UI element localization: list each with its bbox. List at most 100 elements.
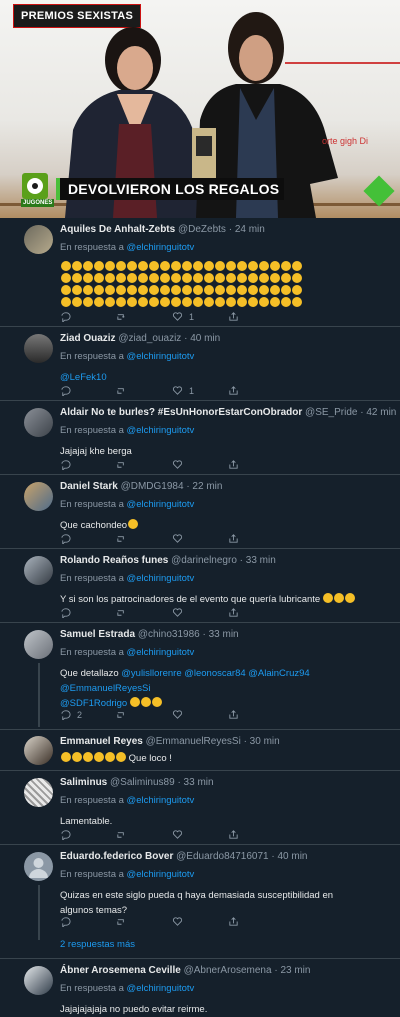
retweet-button[interactable] bbox=[116, 829, 127, 840]
author-name[interactable]: Samuel Estrada bbox=[60, 629, 135, 640]
tweet[interactable]: Rolando Reaños funes @darinelnegro · 33 … bbox=[0, 549, 400, 623]
video-frame[interactable]: PREMIOS SEXISTAS orte gigh Di JUGONES DE… bbox=[0, 0, 400, 218]
reply-to-link[interactable]: @elchiringuitotv bbox=[127, 425, 195, 436]
reply-count: 2 bbox=[77, 709, 83, 720]
timestamp[interactable]: · 40 min bbox=[184, 333, 220, 344]
reply-to-link[interactable]: @elchiringuitotv bbox=[127, 983, 195, 994]
reply-to-link[interactable]: @elchiringuitotv bbox=[127, 869, 195, 880]
author-name[interactable]: Aquiles De Anhalt-Zebts bbox=[60, 224, 175, 235]
reply-to-link[interactable]: @elchiringuitotv bbox=[127, 499, 195, 510]
mention-link[interactable]: @SDF1Rodrigo bbox=[60, 698, 127, 709]
avatar[interactable] bbox=[24, 966, 53, 995]
author-name[interactable]: Rolando Reaños funes bbox=[60, 555, 168, 566]
tweet[interactable]: Ziad Ouaziz @ziad_ouaziz · 40 min En res… bbox=[0, 327, 400, 401]
author-handle[interactable]: @Eduardo84716071 bbox=[176, 851, 268, 862]
tweet-text: Que cachondeo bbox=[60, 520, 128, 531]
retweet-button[interactable] bbox=[116, 459, 127, 470]
avatar[interactable] bbox=[24, 736, 53, 765]
timestamp[interactable]: · 30 min bbox=[244, 736, 280, 747]
share-button[interactable] bbox=[228, 709, 239, 720]
like-button[interactable] bbox=[172, 607, 183, 618]
author-handle[interactable]: @DeZebts bbox=[178, 224, 226, 235]
reply-button[interactable] bbox=[60, 385, 71, 396]
tweet[interactable]: Daniel Stark @DMDG1984 · 22 min En respu… bbox=[0, 475, 400, 549]
share-button[interactable] bbox=[228, 311, 239, 322]
author-name[interactable]: Emmanuel Reyes bbox=[60, 736, 143, 747]
share-button[interactable] bbox=[228, 385, 239, 396]
reply-button[interactable] bbox=[60, 829, 71, 840]
reply-to-link[interactable]: @elchiringuitotv bbox=[127, 573, 195, 584]
retweet-button[interactable] bbox=[116, 607, 127, 618]
tweet[interactable]: Saliminus @Saliminus89 · 33 min En respu… bbox=[0, 771, 400, 845]
like-button[interactable] bbox=[172, 533, 183, 544]
tweet-actions: 2 bbox=[60, 709, 390, 721]
like-button[interactable] bbox=[172, 709, 183, 720]
share-button[interactable] bbox=[228, 916, 239, 927]
reply-to-link[interactable]: @elchiringuitotv bbox=[127, 242, 195, 253]
author-name[interactable]: Eduardo.federico Bover bbox=[60, 851, 173, 862]
author-handle[interactable]: @AbnerArosemena bbox=[184, 965, 272, 976]
reply-to-link[interactable]: @elchiringuitotv bbox=[127, 351, 195, 362]
reply-button[interactable] bbox=[60, 916, 71, 927]
tweet[interactable]: Aquiles De Anhalt-Zebts @DeZebts · 24 mi… bbox=[0, 218, 400, 327]
reply-context: En respuesta a @elchiringuitotv bbox=[60, 573, 195, 584]
avatar[interactable] bbox=[24, 334, 53, 363]
avatar[interactable] bbox=[24, 482, 53, 511]
share-button[interactable] bbox=[228, 829, 239, 840]
author-handle[interactable]: @EmmanuelReyesSi bbox=[146, 736, 241, 747]
reply-to-link[interactable]: @elchiringuitotv bbox=[127, 647, 195, 658]
mention-link[interactable]: @LeFek10 bbox=[60, 372, 107, 383]
retweet-button[interactable] bbox=[116, 311, 127, 322]
timestamp[interactable]: · 33 min bbox=[240, 555, 276, 566]
avatar[interactable] bbox=[24, 556, 53, 585]
avatar[interactable] bbox=[24, 778, 53, 807]
retweet-button[interactable] bbox=[116, 916, 127, 927]
tweet[interactable]: Eduardo.federico Bover @Eduardo84716071 … bbox=[0, 845, 400, 959]
author-handle[interactable]: @SE_Pride bbox=[305, 407, 357, 418]
timestamp[interactable]: · 33 min bbox=[202, 629, 238, 640]
laughing-emoji-icon bbox=[115, 297, 126, 307]
like-button[interactable]: 1 bbox=[172, 385, 194, 396]
like-button[interactable] bbox=[172, 916, 183, 927]
reply-button[interactable] bbox=[60, 607, 71, 618]
like-button[interactable]: 1 bbox=[172, 311, 194, 322]
share-button[interactable] bbox=[228, 533, 239, 544]
reply-button[interactable] bbox=[60, 459, 71, 470]
reply-button[interactable] bbox=[60, 533, 71, 544]
timestamp[interactable]: · 33 min bbox=[177, 777, 213, 788]
like-button[interactable] bbox=[172, 829, 183, 840]
author-handle[interactable]: @darinelnegro bbox=[171, 555, 237, 566]
reply-icon bbox=[61, 386, 71, 396]
author-handle[interactable]: @ziad_ouaziz bbox=[118, 333, 181, 344]
author-name[interactable]: Daniel Stark bbox=[60, 481, 118, 492]
default-avatar-icon[interactable] bbox=[24, 852, 53, 881]
timestamp[interactable]: · 42 min bbox=[360, 407, 396, 418]
reply-button[interactable] bbox=[60, 311, 71, 322]
tweet[interactable]: Aldair No te burles? #EsUnHonorEstarConO… bbox=[0, 401, 400, 475]
reply-to-link[interactable]: @elchiringuitotv bbox=[127, 795, 195, 806]
author-handle[interactable]: @Saliminus89 bbox=[110, 777, 175, 788]
timestamp[interactable]: · 24 min bbox=[229, 224, 265, 235]
author-name[interactable]: Aldair No te burles? #EsUnHonorEstarConO… bbox=[60, 407, 302, 418]
avatar[interactable] bbox=[24, 225, 53, 254]
author-name[interactable]: Ábner Arosemena Ceville bbox=[60, 965, 181, 976]
author-name[interactable]: Ziad Ouaziz bbox=[60, 333, 116, 344]
timestamp[interactable]: · 40 min bbox=[271, 851, 307, 862]
avatar[interactable] bbox=[24, 630, 53, 659]
more-replies-link[interactable]: 2 respuestas más bbox=[60, 939, 135, 950]
avatar[interactable] bbox=[24, 408, 53, 437]
author-name[interactable]: Saliminus bbox=[60, 777, 107, 788]
share-button[interactable] bbox=[228, 459, 239, 470]
share-button[interactable] bbox=[228, 607, 239, 618]
reply-button[interactable]: 2 bbox=[60, 709, 82, 720]
tweet[interactable]: Ábner Arosemena Ceville @AbnerArosemena … bbox=[0, 959, 400, 1015]
retweet-button[interactable] bbox=[116, 709, 127, 720]
sunglasses-emoji-icon bbox=[115, 752, 126, 762]
author-handle[interactable]: @chino31986 bbox=[138, 629, 200, 640]
timestamp[interactable]: · 22 min bbox=[186, 481, 222, 492]
timestamp[interactable]: · 23 min bbox=[274, 965, 310, 976]
retweet-button[interactable] bbox=[116, 533, 127, 544]
retweet-button[interactable] bbox=[116, 385, 127, 396]
author-handle[interactable]: @DMDG1984 bbox=[121, 481, 184, 492]
like-button[interactable] bbox=[172, 459, 183, 470]
